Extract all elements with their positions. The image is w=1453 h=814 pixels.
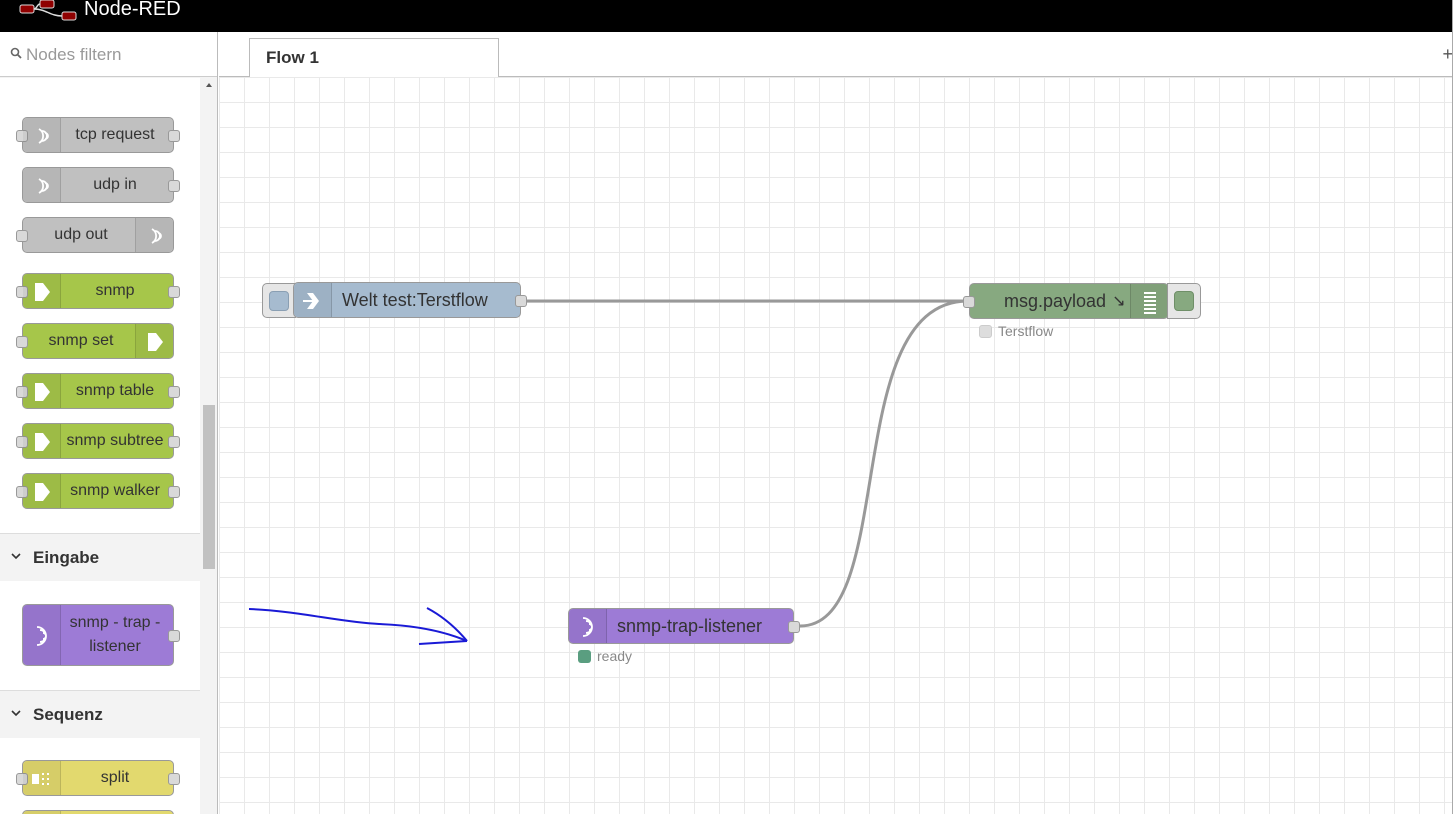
category-label: Sequenz [33, 705, 103, 724]
flow-node-snmp-trap-listener[interactable]: snmp-trap-listener [568, 608, 800, 644]
palette: Nodes filtern tcp request udp in udp out [0, 32, 218, 814]
node-label: msg.payload ↘ [1004, 284, 1125, 318]
wave-icon [569, 609, 607, 643]
palette-node-udp-in[interactable]: udp in [22, 167, 180, 203]
palette-node-label: snmp [95, 282, 135, 299]
category-label: Eingabe [33, 548, 100, 567]
palette-scrollbar[interactable] [201, 78, 217, 814]
palette-node-split[interactable]: split [16, 760, 180, 796]
arrow-right-icon [23, 474, 61, 508]
input-port[interactable] [963, 296, 975, 308]
node-label: snmp-trap-listener [617, 615, 763, 636]
palette-node-list: tcp request udp in udp out snmp snmp set… [0, 78, 200, 814]
flow-node-debug[interactable]: msg.payload ↘ [963, 283, 1169, 319]
palette-node-tcp-request[interactable]: tcp request [16, 117, 180, 153]
app-header: Node-RED [0, 0, 1453, 32]
palette-category-eingabe[interactable]: Eingabe [0, 533, 200, 581]
search-icon [10, 47, 22, 59]
palette-node-snmp-walker[interactable]: snmp walker [16, 473, 180, 509]
output-port [168, 130, 180, 142]
status-dot [578, 649, 591, 663]
debug-toggle-button[interactable] [1167, 283, 1201, 319]
arrow-right-icon [23, 424, 61, 458]
palette-node-label: tcp request [75, 126, 155, 143]
output-port [168, 486, 180, 498]
annotation-arrow-icon [248, 607, 468, 645]
palette-node-snmp-set[interactable]: snmp set [16, 323, 174, 359]
tab-flow-1[interactable]: Flow 1 [249, 38, 499, 78]
chevron-down-icon [11, 553, 21, 560]
palette-node-label: snmp walker [70, 482, 160, 499]
palette-node-snmp-subtree[interactable]: snmp subtree [16, 423, 180, 459]
network-icon [23, 118, 61, 152]
output-port [168, 286, 180, 298]
palette-search[interactable]: Nodes filtern [0, 32, 217, 77]
wire-trap-to-debug [799, 299, 969, 628]
debug-status: Terstflow [979, 323, 1053, 339]
debug-toggle-face [1174, 291, 1194, 311]
split-icon [23, 761, 61, 795]
debug-arrow-icon: ↘ [1112, 293, 1126, 310]
palette-node-snmp-table[interactable]: snmp table [16, 373, 180, 409]
scrollbar-thumb[interactable] [203, 405, 215, 569]
tab-label: Flow 1 [266, 48, 319, 67]
arrow-right-icon [23, 274, 61, 308]
app-title: Node-RED [84, 0, 181, 20]
output-port [168, 386, 180, 398]
debug-list-icon [1130, 284, 1168, 318]
palette-node-snmp[interactable]: snmp [16, 273, 180, 309]
wave-icon [23, 605, 61, 665]
palette-node-label: snmp - trap - listener [61, 605, 169, 665]
palette-category-sequenz[interactable]: Sequenz [0, 690, 200, 738]
label-line-1: snmp - trap - [69, 614, 161, 631]
palette-node-label: snmp table [75, 382, 155, 399]
network-icon [135, 218, 173, 252]
arrow-right-icon [135, 324, 173, 358]
palette-node-label: snmp subtree [66, 432, 164, 449]
chevron-down-icon [11, 710, 21, 717]
node-red-logo [19, 0, 77, 21]
palette-node-udp-out[interactable]: udp out [16, 217, 174, 253]
status-text: Terstflow [998, 323, 1054, 339]
scroll-up-icon[interactable] [206, 83, 212, 87]
output-port [168, 773, 180, 785]
workspace-tabs: Flow 1 + [219, 32, 1453, 78]
workspace-canvas[interactable]: Welt test:Terstflow msg.payload ↘ Terstf… [219, 77, 1453, 814]
palette-node-label: udp in [93, 176, 137, 193]
palette-search-input[interactable]: Nodes filtern [26, 45, 121, 65]
output-port [168, 630, 180, 642]
debug-label-text: msg.payload [1004, 290, 1107, 311]
output-port [168, 180, 180, 192]
palette-node-join[interactable]: join [22, 810, 174, 814]
trap-status: ready [578, 648, 632, 664]
palette-node-snmp-trap-listener[interactable]: snmp - trap - listener [22, 604, 180, 666]
palette-node-label: udp out [54, 226, 108, 243]
palette-node-label: split [100, 769, 130, 786]
arrow-right-icon [23, 374, 61, 408]
status-text: ready [597, 648, 633, 664]
label-line-2: listener [89, 638, 141, 655]
output-port[interactable] [788, 621, 800, 633]
palette-node-label: snmp set [48, 332, 114, 349]
network-icon [23, 168, 61, 202]
output-port [168, 436, 180, 448]
status-dot [979, 324, 992, 338]
